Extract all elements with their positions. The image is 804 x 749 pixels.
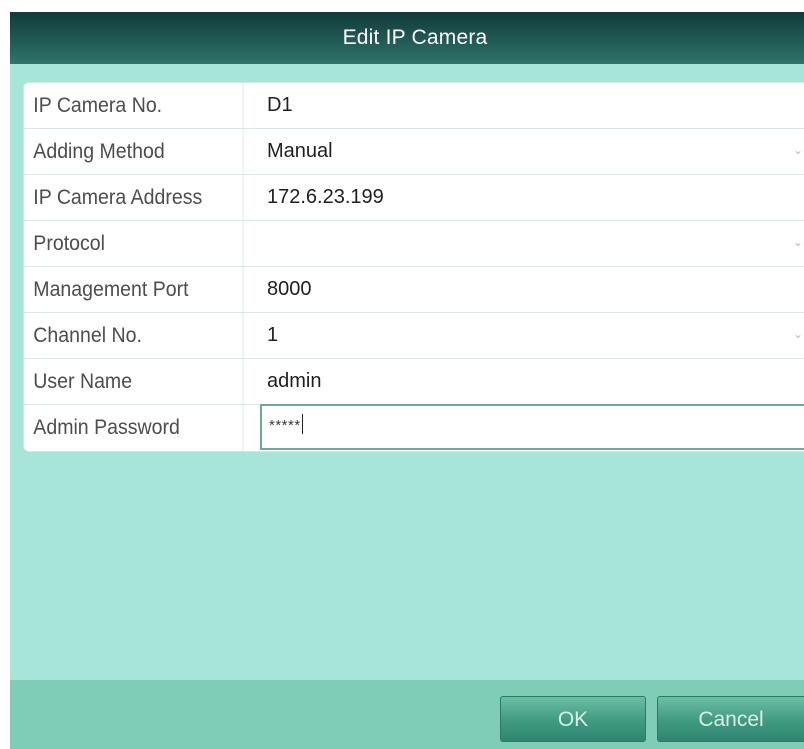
ip-camera-no-field[interactable]: D1 [260,83,804,128]
text-cursor [301,414,303,435]
management-port-field[interactable]: 8000 [260,267,804,312]
row-admin-password: Admin Password ***** [24,404,804,451]
chevron-down-icon[interactable]: ⌄ [793,328,803,340]
row-user-name: User Name admin [24,359,804,405]
channel-no-select[interactable]: 1 ⌄ [260,313,804,358]
dialog-title: Edit IP Camera [342,26,488,49]
dialog-footer: OK Cancel [10,680,804,749]
row-ip-camera-no: IP Camera No. D1 [24,83,804,129]
edit-ip-camera-dialog: Edit IP Camera IP Camera No. D1 Adding M… [10,12,804,749]
ip-camera-no-label: IP Camera No. [24,83,244,128]
admin-password-label: Admin Password [24,405,244,451]
admin-password-field[interactable]: ***** [260,404,804,450]
channel-no-value: 1 [267,324,279,346]
ip-camera-address-label: IP Camera Address [24,175,244,220]
row-protocol: Protocol ⌄ [24,221,804,267]
channel-no-label: Channel No. [24,313,244,358]
ip-camera-address-field[interactable]: 172.6.23.199 [260,175,804,220]
adding-method-value: Manual [267,140,333,162]
management-port-label: Management Port [24,267,244,312]
row-adding-method: Adding Method Manual ⌄ [24,129,804,175]
user-name-label: User Name [24,359,244,404]
row-channel-no: Channel No. 1 ⌄ [24,313,804,359]
adding-method-label: Adding Method [24,129,244,174]
user-name-field[interactable]: admin [260,359,804,404]
chevron-down-icon[interactable]: ⌄ [793,236,803,248]
camera-settings-form: IP Camera No. D1 Adding Method Manual ⌄ … [23,82,804,452]
row-ip-camera-address: IP Camera Address 172.6.23.199 [24,175,804,221]
chevron-down-icon[interactable]: ⌄ [793,144,803,156]
adding-method-select[interactable]: Manual ⌄ [260,129,804,174]
row-management-port: Management Port 8000 [24,267,804,313]
protocol-select[interactable]: ⌄ [260,221,804,266]
admin-password-value: ***** [269,417,301,434]
protocol-label: Protocol [24,221,244,266]
ok-button[interactable]: OK [500,696,646,742]
cancel-button[interactable]: Cancel [657,696,804,742]
dialog-title-bar: Edit IP Camera [10,12,804,64]
